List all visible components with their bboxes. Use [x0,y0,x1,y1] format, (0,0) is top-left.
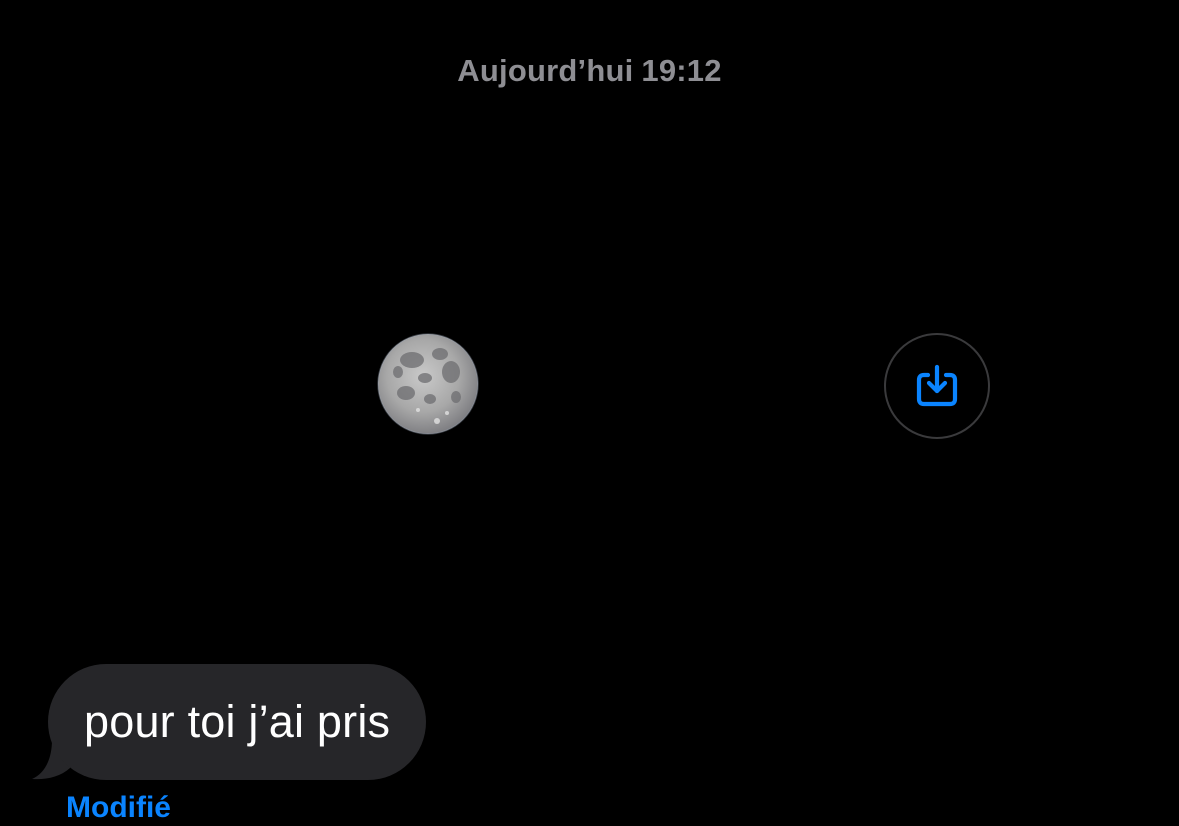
timestamp-day: Aujourd’hui [457,53,634,88]
photo-attachment[interactable] [0,110,1179,660]
save-photo-button[interactable] [884,333,990,439]
received-message[interactable]: pour toi j’ai pris [30,664,427,780]
moon-photo [377,333,479,435]
edited-link[interactable]: Modifié [66,790,171,826]
message-timestamp: Aujourd’hui 19:12 [0,52,1179,90]
save-download-icon [914,363,960,409]
message-bubble: pour toi j’ai pris [48,664,427,780]
message-text: pour toi j’ai pris [84,696,391,747]
timestamp-time: 19:12 [641,53,722,88]
